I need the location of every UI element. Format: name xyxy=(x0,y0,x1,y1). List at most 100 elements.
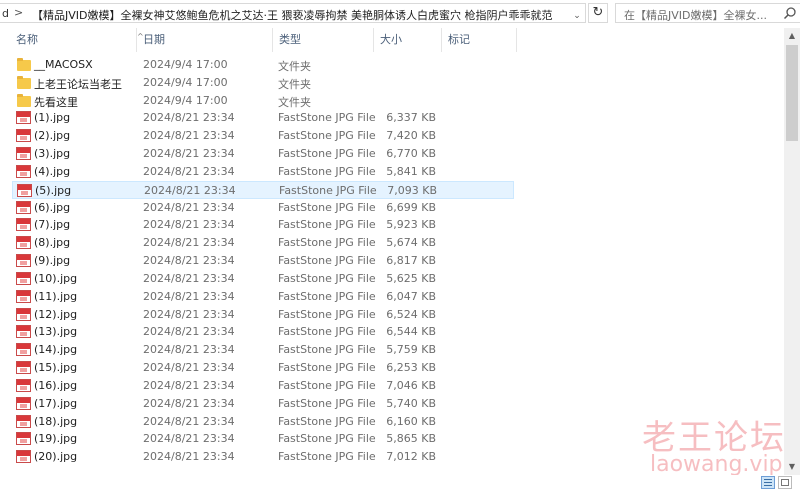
file-row[interactable]: (2).jpg 2024/8/21 23:34 FastStone JPG File… xyxy=(12,127,514,145)
file-date: 2024/8/21 23:34 xyxy=(143,414,235,428)
file-row[interactable]: (18).jpg 2024/8/21 23:34 FastStone JPG Fil… xyxy=(12,413,514,431)
file-name: 先看这里 xyxy=(34,95,78,109)
file-row[interactable]: __MACOSX 2024/9/4 17:00 文件夹 xyxy=(12,56,514,74)
address-bar[interactable]: d > 【精品JVID嫩模】全裸女神艾悠鲍鱼危机之艾达·王 猥亵凌辱拘禁 美艳胴… xyxy=(0,3,586,23)
file-type: 文件夹 xyxy=(278,95,311,109)
file-date: 2024/8/21 23:34 xyxy=(143,343,235,357)
column-name-label: 名称 xyxy=(16,33,38,46)
jpg-file-icon xyxy=(16,378,32,392)
jpg-file-icon xyxy=(16,147,32,161)
scrollbar-thumb[interactable] xyxy=(786,45,798,141)
file-name: (11).jpg xyxy=(34,289,78,303)
file-type: 文件夹 xyxy=(278,60,311,73)
search-placeholder: 在【精品JVID嫩模】全裸女... xyxy=(624,9,767,22)
file-type: FastStone JPG File xyxy=(279,183,377,197)
jpg-file-icon xyxy=(16,325,32,339)
file-row[interactable]: (11).jpg 2024/8/21 23:34 FastStone JPG Fil… xyxy=(12,288,514,306)
address-dropdown-icon[interactable]: ⌄ xyxy=(569,7,585,22)
file-size: 5,625 KB xyxy=(386,271,436,285)
file-name: (16).jpg xyxy=(34,378,78,392)
file-type: FastStone JPG File xyxy=(278,200,376,214)
file-name: (10).jpg xyxy=(34,271,78,285)
file-row[interactable]: (1).jpg 2024/8/21 23:34 FastStone JPG File… xyxy=(12,109,514,127)
file-date: 2024/8/21 23:34 xyxy=(143,218,235,232)
file-type: FastStone JPG File xyxy=(278,236,376,250)
search-icon[interactable] xyxy=(783,6,797,20)
file-type: FastStone JPG File xyxy=(278,218,376,232)
file-type: FastStone JPG File xyxy=(278,307,376,321)
file-date: 2024/9/4 17:00 xyxy=(143,93,228,107)
file-type: FastStone JPG File xyxy=(278,432,376,446)
file-date: 2024/8/21 23:34 xyxy=(143,289,235,303)
file-type: FastStone JPG File xyxy=(278,289,376,303)
file-row[interactable]: (9).jpg 2024/8/21 23:34 FastStone JPG File… xyxy=(12,252,514,270)
jpg-file-icon xyxy=(16,289,32,303)
file-row[interactable]: (4).jpg 2024/8/21 23:34 FastStone JPG File… xyxy=(12,163,514,181)
column-date-label: 日期 xyxy=(143,33,165,46)
file-name: (17).jpg xyxy=(34,396,78,410)
file-row[interactable]: 上老王论坛当老王 2024/9/4 17:00 文件夹 xyxy=(12,74,514,92)
file-date: 2024/8/21 23:34 xyxy=(143,325,235,339)
jpg-file-icon xyxy=(16,450,32,464)
file-row[interactable]: (17).jpg 2024/8/21 23:34 FastStone JPG Fil… xyxy=(12,395,514,413)
file-date: 2024/8/21 23:34 xyxy=(143,111,235,125)
jpg-file-icon xyxy=(16,218,32,232)
column-header: 名称 ^ 日期 类型 大小 标记 xyxy=(0,28,784,52)
scroll-down-icon[interactable]: ▼ xyxy=(784,459,800,475)
file-row[interactable]: (14).jpg 2024/8/21 23:34 FastStone JPG Fil… xyxy=(12,341,514,359)
file-row[interactable]: (7).jpg 2024/8/21 23:34 FastStone JPG File… xyxy=(12,216,514,234)
file-size: 5,923 KB xyxy=(386,218,436,232)
file-row[interactable]: (16).jpg 2024/8/21 23:34 FastStone JPG Fil… xyxy=(12,377,514,395)
file-size: 5,740 KB xyxy=(386,396,436,410)
scroll-up-icon[interactable]: ▲ xyxy=(784,28,800,44)
column-size-header[interactable]: 大小 xyxy=(374,28,442,52)
file-date: 2024/8/21 23:34 xyxy=(143,164,235,178)
file-type: FastStone JPG File xyxy=(278,450,376,464)
file-row[interactable]: (8).jpg 2024/8/21 23:34 FastStone JPG File… xyxy=(12,234,514,252)
vertical-scrollbar[interactable]: ▲ ▼ xyxy=(784,28,800,475)
search-input[interactable]: 在【精品JVID嫩模】全裸女... xyxy=(615,3,800,23)
file-row[interactable]: 先看这里 2024/9/4 17:00 文件夹 xyxy=(12,92,514,110)
column-date-header[interactable]: 日期 xyxy=(137,28,273,52)
jpg-file-icon xyxy=(16,271,32,285)
file-size: 7,046 KB xyxy=(386,378,436,392)
file-date: 2024/8/21 23:34 xyxy=(143,200,235,214)
file-name: (4).jpg xyxy=(34,164,71,178)
file-type: FastStone JPG File xyxy=(278,396,376,410)
file-date: 2024/8/21 23:34 xyxy=(143,236,235,250)
file-type: FastStone JPG File xyxy=(278,271,376,285)
file-row[interactable]: (10).jpg 2024/8/21 23:34 FastStone JPG Fil… xyxy=(12,270,514,288)
file-row[interactable]: (3).jpg 2024/8/21 23:34 FastStone JPG File… xyxy=(12,145,514,163)
file-date: 2024/8/21 23:34 xyxy=(143,307,235,321)
file-row[interactable]: (12).jpg 2024/8/21 23:34 FastStone JPG Fil… xyxy=(12,306,514,324)
file-row[interactable]: (20).jpg 2024/8/21 23:34 FastStone JPG Fil… xyxy=(12,448,514,466)
file-size: 7,420 KB xyxy=(386,129,436,143)
file-type: FastStone JPG File xyxy=(278,414,376,428)
column-name-header[interactable]: 名称 ^ xyxy=(10,28,144,52)
breadcrumb-separator-icon[interactable]: > xyxy=(14,6,23,19)
file-row[interactable]: (13).jpg 2024/8/21 23:34 FastStone JPG Fil… xyxy=(12,323,514,341)
column-type-header[interactable]: 类型 xyxy=(273,28,374,52)
file-size: 6,699 KB xyxy=(386,200,436,214)
column-tags-header[interactable]: 标记 xyxy=(442,28,517,52)
file-type: FastStone JPG File xyxy=(278,343,376,357)
file-row[interactable]: (15).jpg 2024/8/21 23:34 FastStone JPG Fil… xyxy=(12,359,514,377)
file-size: 6,160 KB xyxy=(386,414,436,428)
address-path[interactable]: 【精品JVID嫩模】全裸女神艾悠鲍鱼危机之艾达·王 猥亵凌辱拘禁 美艳胴体诱人白… xyxy=(32,7,552,22)
file-date: 2024/9/4 17:00 xyxy=(143,58,228,71)
column-tags-label: 标记 xyxy=(448,33,470,46)
file-name: (18).jpg xyxy=(34,414,78,428)
file-name: (9).jpg xyxy=(34,254,71,268)
details-view-icon[interactable] xyxy=(761,476,775,489)
file-row[interactable]: (6).jpg 2024/8/21 23:34 FastStone JPG File… xyxy=(12,199,514,217)
file-row[interactable]: (19).jpg 2024/8/21 23:34 FastStone JPG Fil… xyxy=(12,430,514,448)
file-type: FastStone JPG File xyxy=(278,254,376,268)
large-icons-view-icon[interactable] xyxy=(778,476,792,489)
address-left-fragment: d xyxy=(2,7,9,20)
file-date: 2024/8/21 23:34 xyxy=(143,361,235,375)
file-name: (5).jpg xyxy=(35,183,72,197)
file-name: 上老王论坛当老王 xyxy=(34,77,122,91)
refresh-button[interactable]: ↻ xyxy=(588,3,608,23)
file-row[interactable]: (5).jpg 2024/8/21 23:34 FastStone JPG File… xyxy=(12,180,514,199)
file-type: FastStone JPG File xyxy=(278,129,376,143)
